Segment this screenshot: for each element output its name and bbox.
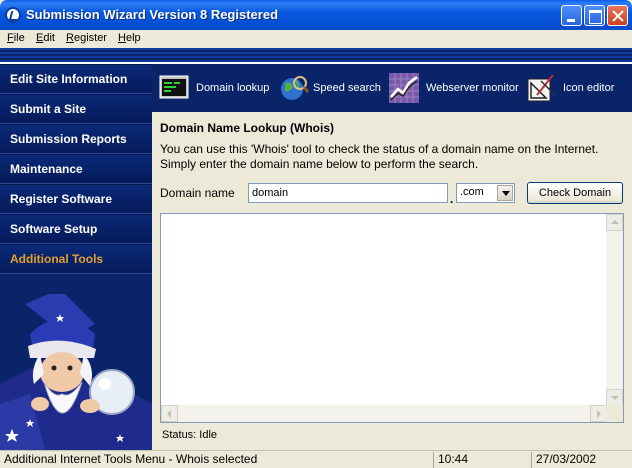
chevron-down-icon[interactable] xyxy=(497,185,513,201)
maximize-button[interactable] xyxy=(584,5,605,26)
sidebar-item-submit-a-site[interactable]: Submit a Site xyxy=(0,94,152,124)
minimize-button[interactable] xyxy=(561,5,582,26)
tools-toolbar: Domain lookup Speed search Webserver mon… xyxy=(152,64,632,112)
whois-results-area[interactable] xyxy=(160,213,624,423)
scroll-down-icon[interactable] xyxy=(606,389,623,406)
horizontal-scrollbar[interactable] xyxy=(161,405,607,422)
chart-monitor-icon xyxy=(389,73,419,103)
domain-name-input[interactable] xyxy=(248,183,448,203)
title-bar[interactable]: Submission Wizard Version 8 Registered xyxy=(0,0,632,30)
sidebar-item-register-software[interactable]: Register Software xyxy=(0,184,152,214)
sidebar-item-edit-site-information[interactable]: Edit Site Information xyxy=(0,64,152,94)
lookup-status: Status: Idle xyxy=(162,429,218,441)
globe-magnifier-icon xyxy=(281,76,309,100)
scroll-up-icon[interactable] xyxy=(606,214,623,231)
scroll-right-icon[interactable] xyxy=(590,405,607,422)
sidebar-item-maintenance[interactable]: Maintenance xyxy=(0,154,152,184)
app-icon xyxy=(5,7,21,23)
icon-editor-button[interactable]: Icon editor xyxy=(527,71,627,105)
menu-help[interactable]: Help xyxy=(118,32,141,44)
sidebar-item-submission-reports[interactable]: Submission Reports xyxy=(0,124,152,154)
webserver-monitor-button[interactable]: Webserver monitor xyxy=(389,71,519,105)
vertical-scrollbar[interactable] xyxy=(606,214,623,406)
scroll-corner xyxy=(606,405,623,422)
menu-edit[interactable]: Edit xyxy=(36,32,55,44)
sidebar: Edit Site Information Submit a Site Subm… xyxy=(0,64,152,450)
terminal-icon xyxy=(159,75,189,99)
status-message: Additional Internet Tools Menu - Whois s… xyxy=(0,452,434,468)
menu-register[interactable]: Register xyxy=(66,32,107,44)
panel-heading: Domain Name Lookup (Whois) xyxy=(160,121,334,135)
sidebar-item-additional-tools[interactable]: Additional Tools xyxy=(0,244,152,274)
sidebar-item-software-setup[interactable]: Software Setup xyxy=(0,214,152,244)
menu-file[interactable]: File xyxy=(7,32,25,44)
menu-bar: File Edit Register Help xyxy=(0,30,632,48)
wizard-mascot-icon xyxy=(0,294,152,450)
domain-lookup-panel: Domain Name Lookup (Whois) You can use t… xyxy=(152,112,632,450)
check-domain-button[interactable]: Check Domain xyxy=(527,182,623,204)
status-date: 27/03/2002 xyxy=(536,452,597,466)
status-time: 10:44 xyxy=(434,452,532,468)
panel-description: You can use this 'Whois' tool to check t… xyxy=(160,142,599,171)
drafting-tools-icon xyxy=(527,74,556,102)
window-title: Submission Wizard Version 8 Registered xyxy=(26,7,279,22)
domain-dot: . xyxy=(450,192,454,206)
domain-lookup-button[interactable]: Domain lookup xyxy=(159,71,271,105)
speed-search-button[interactable]: Speed search xyxy=(279,71,383,105)
status-bar: Additional Internet Tools Menu - Whois s… xyxy=(0,450,632,468)
tld-select[interactable]: .com xyxy=(456,183,515,203)
scroll-left-icon[interactable] xyxy=(161,405,178,422)
tld-selected-value: .com xyxy=(460,186,484,198)
domain-name-label: Domain name xyxy=(160,186,235,200)
close-button[interactable] xyxy=(607,5,628,26)
